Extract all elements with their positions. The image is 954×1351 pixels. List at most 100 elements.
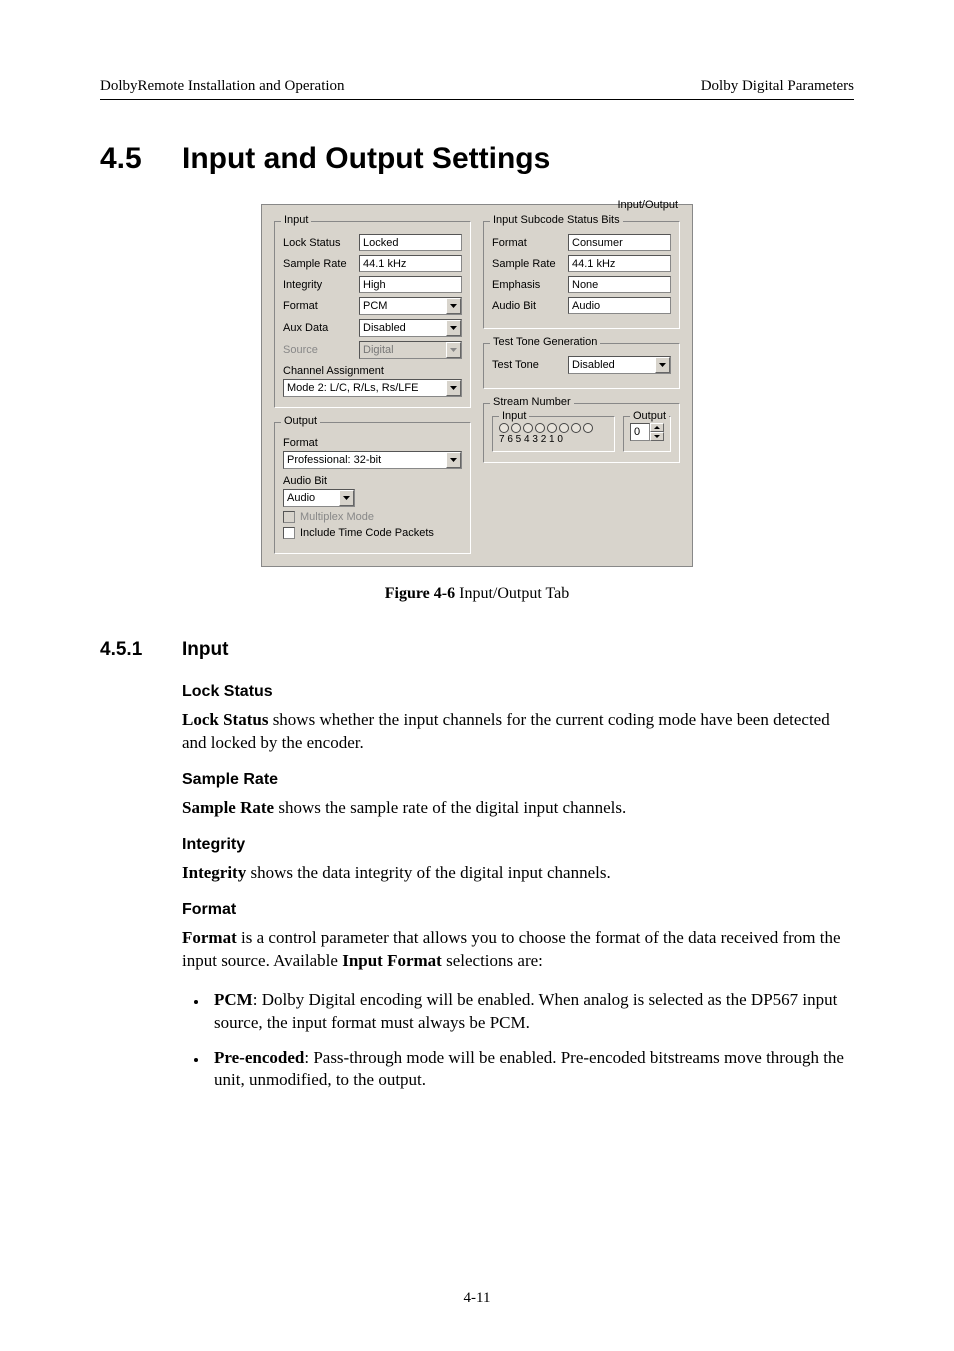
stream-input-legend: Input [499, 410, 529, 422]
integrity-label: Integrity [283, 279, 359, 291]
lockstatus-term: Lock Status [182, 710, 268, 729]
stream-group: Stream Number Input [483, 403, 680, 463]
chevron-down-icon[interactable] [655, 357, 670, 373]
samplerate-text: shows the sample rate of the digital inp… [274, 798, 626, 817]
chevron-down-icon[interactable] [446, 452, 461, 468]
auxdata-label: Aux Data [283, 322, 359, 334]
testtone-value: Disabled [569, 359, 618, 371]
stream-input-group: Input [492, 416, 615, 452]
lockstatus-field: Locked [359, 234, 462, 251]
input-group: Input Lock Status Locked Sample Rate 44.… [274, 221, 471, 408]
subcode-format-label: Format [492, 237, 568, 249]
multiplex-checkbox [283, 511, 295, 523]
subsection-number: 4.5.1 [100, 639, 182, 661]
bit-dot [511, 423, 521, 433]
integrity-text: shows the data integrity of the digital … [246, 863, 610, 882]
source-dropdown-value: Digital [360, 344, 397, 356]
timecode-label: Include Time Code Packets [300, 527, 434, 539]
bit-dot [535, 423, 545, 433]
samplerate-paragraph: Sample Rate shows the sample rate of the… [182, 797, 854, 820]
subcode-audiobit-label: Audio Bit [492, 300, 568, 312]
format-label: Format [283, 300, 359, 312]
subcode-samplerate-label: Sample Rate [492, 258, 568, 270]
chassign-label: Channel Assignment [283, 365, 462, 377]
bit-dot [499, 423, 509, 433]
lockstatus-label: Lock Status [283, 237, 359, 249]
timecode-checkbox[interactable] [283, 527, 295, 539]
bit-dot [559, 423, 569, 433]
chevron-down-icon[interactable] [446, 380, 461, 396]
output-group: Output Format Professional: 32-bit Audio… [274, 422, 471, 554]
bit-dot [523, 423, 533, 433]
figure-caption-text: Input/Output Tab [455, 585, 569, 602]
integrity-heading: Integrity [182, 836, 854, 854]
lockstatus-text: shows whether the input channels for the… [182, 710, 830, 752]
samplerate-term: Sample Rate [182, 798, 274, 817]
pcm-text: : Dolby Digital encoding will be enabled… [214, 990, 837, 1032]
header-left: DolbyRemote Installation and Operation [100, 78, 345, 95]
integrity-field: High [359, 276, 462, 293]
section-heading: 4.5 Input and Output Settings [100, 142, 854, 176]
auxdata-dropdown[interactable]: Disabled [359, 319, 462, 337]
input-legend: Input [281, 214, 311, 226]
pcm-term: PCM [214, 990, 253, 1009]
input-output-dialog: Input/Output Input Lock Status Locked Sa… [261, 204, 693, 567]
lockstatus-heading: Lock Status [182, 683, 854, 701]
figure-label: Figure 4-6 [385, 585, 455, 602]
header-right: Dolby Digital Parameters [701, 78, 854, 95]
lockstatus-paragraph: Lock Status shows whether the input chan… [182, 709, 854, 755]
preencoded-term: Pre-encoded [214, 1048, 304, 1067]
tab-label: Input/Output [617, 199, 678, 211]
stream-input-bits [499, 423, 608, 433]
format-term1: Format [182, 928, 237, 947]
multiplex-label: Multiplex Mode [300, 511, 374, 523]
chassign-dropdown[interactable]: Mode 2: L/C, R/Ls, Rs/LFE [283, 379, 462, 397]
samplerate-label: Sample Rate [283, 258, 359, 270]
figure-caption: Figure 4-6 Input/Output Tab [100, 585, 854, 603]
testtone-dropdown[interactable]: Disabled [568, 356, 671, 374]
subsection-title: Input [182, 639, 228, 661]
format-term2: Input Format [342, 951, 442, 970]
auxdata-dropdown-value: Disabled [360, 322, 409, 334]
format-heading: Format [182, 901, 854, 919]
stream-output-spinner[interactable]: 0 [630, 423, 664, 441]
preencoded-text: : Pass-through mode will be enabled. Pre… [214, 1048, 844, 1090]
section-title: Input and Output Settings [182, 142, 550, 176]
subcode-format-field: Consumer [568, 234, 671, 251]
subsection-heading: 4.5.1 Input [100, 639, 854, 661]
chevron-down-icon [446, 342, 461, 358]
integrity-term: Integrity [182, 863, 246, 882]
bit-dot [583, 423, 593, 433]
chevron-down-icon[interactable] [339, 490, 354, 506]
chevron-down-icon[interactable] [446, 320, 461, 336]
testtone-group: Test Tone Generation Test Tone Disabled [483, 343, 680, 389]
samplerate-field: 44.1 kHz [359, 255, 462, 272]
integrity-paragraph: Integrity shows the data integrity of th… [182, 862, 854, 885]
stream-output-value: 0 [630, 423, 650, 441]
list-item: PCM: Dolby Digital encoding will be enab… [208, 989, 854, 1035]
subcode-legend: Input Subcode Status Bits [490, 214, 623, 226]
output-format-dropdown[interactable]: Professional: 32-bit [283, 451, 462, 469]
section-number: 4.5 [100, 142, 182, 176]
output-audiobit-dropdown[interactable]: Audio [283, 489, 355, 507]
format-text-end: selections are: [442, 951, 543, 970]
source-dropdown: Digital [359, 341, 462, 359]
spinner-up-icon[interactable] [650, 423, 664, 432]
stream-output-legend: Output [630, 410, 669, 422]
format-dropdown-value: PCM [360, 300, 390, 312]
source-label: Source [283, 344, 359, 356]
testtone-legend: Test Tone Generation [490, 336, 600, 348]
output-audiobit-value: Audio [284, 492, 318, 504]
chevron-down-icon[interactable] [446, 298, 461, 314]
format-options-list: PCM: Dolby Digital encoding will be enab… [208, 989, 854, 1093]
output-format-value: Professional: 32-bit [284, 454, 384, 466]
bit-dot [571, 423, 581, 433]
spinner-down-icon[interactable] [650, 432, 664, 441]
format-dropdown[interactable]: PCM [359, 297, 462, 315]
chassign-dropdown-value: Mode 2: L/C, R/Ls, Rs/LFE [284, 382, 421, 394]
bit-dot [547, 423, 557, 433]
format-paragraph: Format is a control parameter that allow… [182, 927, 854, 973]
stream-output-group: Output 0 [623, 416, 671, 452]
subcode-group: Input Subcode Status Bits Format Consume… [483, 221, 680, 329]
output-format-label: Format [283, 437, 462, 449]
